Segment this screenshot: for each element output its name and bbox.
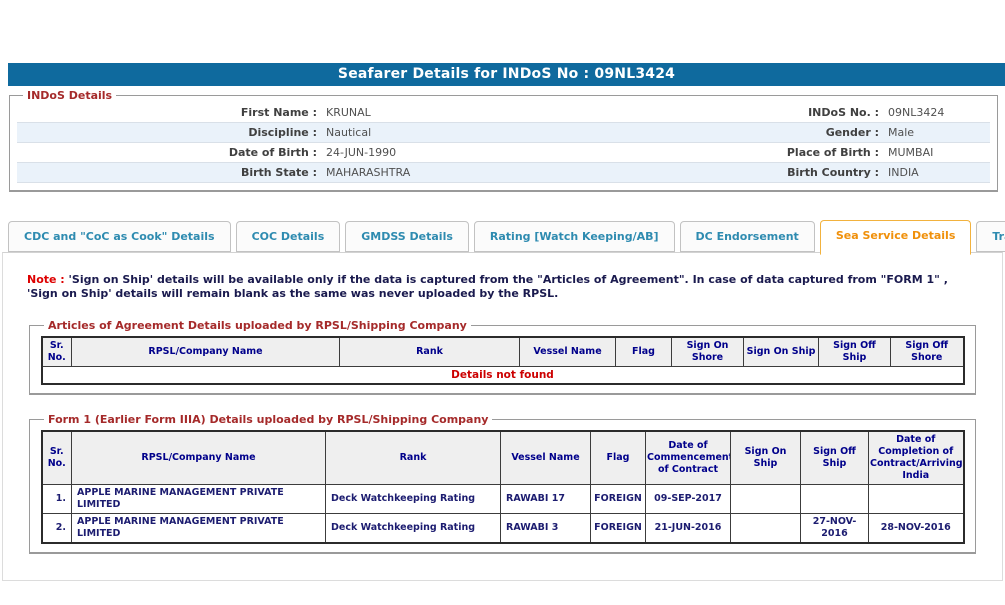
tab-item[interactable]: GMDSS Details xyxy=(345,221,469,252)
detail-label: Place of Birth : xyxy=(689,146,879,159)
column-header: Sign On Ship xyxy=(744,337,819,367)
form1-fieldset: Form 1 (Earlier Form IIIA) Details uploa… xyxy=(29,413,976,554)
detail-label: First Name : xyxy=(17,106,317,119)
column-header: Sr. No. xyxy=(42,337,72,367)
detail-value: MAHARASHTRA xyxy=(317,166,689,179)
note-text: Note : 'Sign on Ship' details will be av… xyxy=(27,273,980,301)
cell-sign-off-ship: 27-NOV-2016 xyxy=(801,513,869,543)
articles-table: Sr. No.RPSL/Company NameRankVessel NameF… xyxy=(41,336,965,385)
column-header: RPSL/Company Name xyxy=(72,431,326,485)
detail-row: Discipline : Nautical Gender : Male xyxy=(17,123,990,143)
articles-header-row: Sr. No.RPSL/Company NameRankVessel NameF… xyxy=(42,337,964,367)
cell-rank: Deck Watchkeeping Rating xyxy=(326,513,501,543)
column-header: Rank xyxy=(326,431,501,485)
cell-sign-off-ship xyxy=(801,484,869,513)
cell-vessel: RAWABI 17 xyxy=(501,484,591,513)
cell-flag: FOREIGN xyxy=(591,513,646,543)
column-header: Flag xyxy=(616,337,672,367)
detail-value: 09NL3424 xyxy=(879,106,990,119)
sea-service-panel: Note : 'Sign on Ship' details will be av… xyxy=(2,252,1003,581)
column-header: RPSL/Company Name xyxy=(72,337,340,367)
cell-company: APPLE MARINE MANAGEMENT PRIVATE LIMITED xyxy=(72,484,326,513)
page-title: Seafarer Details for INDoS No : 09NL3424 xyxy=(8,63,1005,86)
table-row: 1. APPLE MARINE MANAGEMENT PRIVATE LIMIT… xyxy=(42,484,964,513)
tab-item[interactable]: Rating [Watch Keeping/AB] xyxy=(474,221,675,252)
cell-sign-on-ship xyxy=(731,513,801,543)
column-header: Sign On Ship xyxy=(731,431,801,485)
cell-vessel: RAWABI 3 xyxy=(501,513,591,543)
column-header: Sr. No. xyxy=(42,431,72,485)
indos-details-rows: First Name : KRUNAL INDoS No. : 09NL3424… xyxy=(17,103,990,183)
column-header: Sign On Shore xyxy=(672,337,744,367)
articles-empty-row: Details not found xyxy=(42,367,964,384)
column-header: Vessel Name xyxy=(520,337,616,367)
cell-flag: FOREIGN xyxy=(591,484,646,513)
form1-legend: Form 1 (Earlier Form IIIA) Details uploa… xyxy=(44,413,492,426)
form1-table: Sr. No.RPSL/Company NameRankVessel NameF… xyxy=(41,430,965,544)
column-header: Flag xyxy=(591,431,646,485)
articles-legend: Articles of Agreement Details uploaded b… xyxy=(44,319,471,332)
tab-item[interactable]: Training Details xyxy=(976,221,1005,252)
detail-value: MUMBAI xyxy=(879,146,990,159)
cell-completion xyxy=(869,484,964,513)
detail-row: Birth State : MAHARASHTRA Birth Country … xyxy=(17,163,990,183)
indos-details-legend: INDoS Details xyxy=(23,89,116,102)
form1-header-row: Sr. No.RPSL/Company NameRankVessel NameF… xyxy=(42,431,964,485)
column-header: Sign Off Shore xyxy=(891,337,964,367)
note-body: 'Sign on Ship' details will be available… xyxy=(27,273,948,300)
detail-value: Nautical xyxy=(317,126,689,139)
column-header: Sign Off Ship xyxy=(819,337,891,367)
detail-row: First Name : KRUNAL INDoS No. : 09NL3424 xyxy=(17,103,990,123)
tab-strip: CDC and "CoC as Cook" Details COC Detail… xyxy=(8,220,1003,252)
detail-label: Gender : xyxy=(689,126,879,139)
note-prefix: Note : xyxy=(27,273,65,286)
detail-value: Male xyxy=(879,126,990,139)
detail-row: Date of Birth : 24-JUN-1990 Place of Bir… xyxy=(17,143,990,163)
cell-commencement: 09-SEP-2017 xyxy=(646,484,731,513)
detail-label: Birth State : xyxy=(17,166,317,179)
tab-item[interactable]: DC Endorsement xyxy=(680,221,815,252)
column-header: Date of Completion of Contract/Arriving … xyxy=(869,431,964,485)
cell-company: APPLE MARINE MANAGEMENT PRIVATE LIMITED xyxy=(72,513,326,543)
detail-label: Discipline : xyxy=(17,126,317,139)
cell-sr-no: 1. xyxy=(42,484,72,513)
detail-label: Date of Birth : xyxy=(17,146,317,159)
column-header: Date of Commencement of Contract xyxy=(646,431,731,485)
tab-item[interactable]: CDC and "CoC as Cook" Details xyxy=(8,221,231,252)
column-header: Sign Off Ship xyxy=(801,431,869,485)
cell-sign-on-ship xyxy=(731,484,801,513)
cell-completion: 28-NOV-2016 xyxy=(869,513,964,543)
detail-value: INDIA xyxy=(879,166,990,179)
column-header: Vessel Name xyxy=(501,431,591,485)
tab-item[interactable]: COC Details xyxy=(236,221,341,252)
form1-body: 1. APPLE MARINE MANAGEMENT PRIVATE LIMIT… xyxy=(42,484,964,543)
details-not-found-message: Details not found xyxy=(42,367,964,384)
tab-item[interactable]: Sea Service Details xyxy=(820,220,972,255)
indos-details-fieldset: INDoS Details First Name : KRUNAL INDoS … xyxy=(9,89,998,192)
cell-sr-no: 2. xyxy=(42,513,72,543)
detail-label: INDoS No. : xyxy=(689,106,879,119)
detail-value: KRUNAL xyxy=(317,106,689,119)
table-row: 2. APPLE MARINE MANAGEMENT PRIVATE LIMIT… xyxy=(42,513,964,543)
column-header: Rank xyxy=(340,337,520,367)
articles-of-agreement-fieldset: Articles of Agreement Details uploaded b… xyxy=(29,319,976,395)
cell-rank: Deck Watchkeeping Rating xyxy=(326,484,501,513)
cell-commencement: 21-JUN-2016 xyxy=(646,513,731,543)
detail-label: Birth Country : xyxy=(689,166,879,179)
detail-value: 24-JUN-1990 xyxy=(317,146,689,159)
